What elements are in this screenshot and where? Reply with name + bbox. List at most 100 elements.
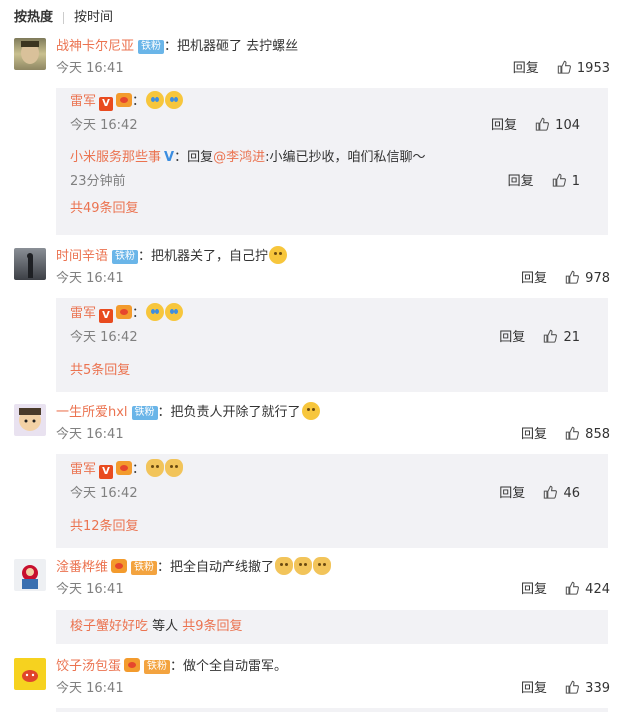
comment-text: ：把机器关了，自己拧: [138, 249, 269, 264]
like-count: 21: [563, 330, 580, 345]
others-text: 等人: [148, 619, 183, 634]
thumbs-up-icon[interactable]: [535, 117, 549, 131]
reply-time: 今天 16:42: [70, 330, 138, 345]
doge-emoji-icon: [313, 557, 332, 575]
reply-box: 雷军 V ： 今天 16:42 回复 46 共12条回复: [56, 454, 608, 548]
sort-by-hot-tab[interactable]: 按热度: [14, 10, 53, 25]
comment-username[interactable]: 饺子汤包蛋: [56, 659, 121, 674]
shy-emoji-icon: [301, 402, 320, 420]
iron-fan-badge: 铁粉: [112, 250, 139, 264]
reply-button[interactable]: 回复: [499, 330, 525, 345]
laugh-cry-emoji-icon: [165, 91, 184, 109]
reply-button[interactable]: 回复: [508, 174, 534, 189]
comment-item: 淦番桦维 铁粉 ：把全自动产线撤了 今天 16:41 回复 424: [14, 557, 610, 607]
comment-item: 一生所爱hxl 铁粉 ：把负责人开除了就行了 今天 16:41 回复 858: [14, 402, 610, 452]
reply-username[interactable]: 小米服务那些事: [70, 150, 161, 165]
reply-button[interactable]: 回复: [521, 271, 547, 286]
comment-item: 饺子汤包蛋 铁粉 ：做个全自动雷军。 今天 16:41 回复 339: [14, 656, 610, 706]
comment-time: 今天 16:41: [56, 582, 124, 597]
reply-button[interactable]: 回复: [521, 427, 547, 442]
sort-tabs: 按热度 按时间: [14, 8, 113, 28]
iron-fan-badge: 铁粉: [131, 561, 158, 575]
reply-button[interactable]: 回复: [521, 582, 547, 597]
more-replies-row: 梭子蟹好好吃 等人 共9条回复: [56, 610, 608, 644]
like-count: 339: [585, 681, 610, 696]
reply-button[interactable]: 回复: [521, 681, 547, 696]
reply-text: ：回复: [174, 150, 214, 165]
avatar[interactable]: [14, 248, 46, 280]
vip-crown-icon: [116, 461, 133, 475]
sort-by-time-tab[interactable]: 按时间: [74, 10, 113, 25]
like-count: 104: [555, 118, 580, 133]
thumbs-up-icon[interactable]: [565, 581, 579, 595]
thumbs-up-icon[interactable]: [565, 426, 579, 440]
like-count: 1: [571, 174, 580, 189]
doge-emoji-icon: [146, 459, 165, 477]
comment-username[interactable]: 淦番桦维: [56, 560, 108, 575]
iron-fan-badge: 铁粉: [131, 406, 158, 420]
reply-text: :小编已抄收，咱们私信聊～: [265, 150, 426, 165]
iron-fan-badge: 铁粉: [144, 660, 171, 674]
verified-v-icon: V: [99, 97, 114, 111]
like-count: 424: [585, 582, 610, 597]
reply-username[interactable]: 雷军: [70, 306, 96, 321]
reply-time: 今天 16:42: [70, 486, 138, 501]
more-replies-link[interactable]: 共12条回复: [56, 512, 608, 542]
comment-time: 今天 16:41: [56, 271, 124, 286]
reply-username[interactable]: 雷军: [70, 462, 96, 477]
reply-button[interactable]: 回复: [499, 486, 525, 501]
avatar[interactable]: [14, 658, 46, 690]
thumbs-up-icon[interactable]: [565, 680, 579, 694]
verified-v-icon: V: [99, 465, 114, 479]
avatar[interactable]: [14, 404, 46, 436]
mention-link[interactable]: @李鸿进: [213, 150, 265, 165]
reply-time: 今天 16:42: [70, 118, 138, 133]
blue-verified-icon: V: [164, 150, 175, 165]
comment-username[interactable]: 时间辛语: [56, 249, 108, 264]
like-count: 978: [585, 271, 610, 286]
vip-crown-icon: [111, 559, 128, 573]
thumbs-up-icon[interactable]: [557, 60, 571, 74]
reply-username[interactable]: 梭子蟹好好吃: [70, 619, 148, 634]
more-replies-link[interactable]: 共49条回复: [56, 194, 608, 224]
verified-v-icon: V: [99, 309, 114, 323]
reply-button[interactable]: 回复: [491, 118, 517, 133]
comment-text: ：把全自动产线撤了: [157, 560, 275, 575]
like-count: 46: [563, 486, 580, 501]
like-count: 858: [585, 427, 610, 442]
comment-text: ：把负责人开除了就行了: [157, 405, 301, 420]
comment-time: 今天 16:41: [56, 681, 124, 696]
avatar[interactable]: [14, 38, 46, 70]
smile-emoji-icon: [269, 246, 288, 264]
comment-text: ：做个全自动雷军。: [170, 659, 288, 674]
more-replies-link[interactable]: 共9条回复: [182, 619, 242, 634]
reply-button[interactable]: 回复: [513, 61, 539, 76]
thumbs-up-icon[interactable]: [565, 270, 579, 284]
reply-username[interactable]: 雷军: [70, 94, 96, 109]
like-count: 1953: [576, 61, 610, 76]
vip-crown-icon: [124, 658, 141, 672]
iron-fan-badge: 铁粉: [138, 40, 165, 54]
reply-box: 梭子蟹好好吃 等人 共9条回复: [56, 610, 608, 644]
reply-box: 雷军 V： 今天 16:42 回复 104 小米服务那些事 V：回复@李鸿进:小编已…: [56, 88, 608, 235]
doge-emoji-icon: [294, 557, 313, 575]
reply-text: ：: [132, 306, 146, 321]
reply-text: ：: [132, 462, 146, 477]
comment-item: 时间辛语 铁粉 ：把机器关了，自己拧 今天 16:41 回复 978: [14, 246, 610, 296]
more-replies-link[interactable]: 共5条回复: [56, 356, 608, 386]
sort-divider: [63, 11, 65, 24]
reply-time: 23分钟前: [70, 174, 126, 189]
doge-emoji-icon: [165, 459, 184, 477]
reply-box: 雷军 V ： 今天 16:42 回复 21 共5条回复: [56, 298, 608, 392]
thumbs-up-icon[interactable]: [552, 173, 566, 187]
comment-username[interactable]: 战神卡尔尼亚: [56, 39, 134, 54]
reply-text: ：: [132, 94, 146, 109]
laugh-cry-emoji-icon: [146, 303, 165, 321]
thumbs-up-icon[interactable]: [543, 329, 557, 343]
avatar[interactable]: [14, 559, 46, 591]
reply-box-edge: [56, 708, 608, 712]
laugh-cry-emoji-icon: [146, 91, 165, 109]
thumbs-up-icon[interactable]: [543, 485, 557, 499]
comment-username[interactable]: 一生所爱hxl: [56, 405, 128, 420]
laugh-cry-emoji-icon: [165, 303, 184, 321]
